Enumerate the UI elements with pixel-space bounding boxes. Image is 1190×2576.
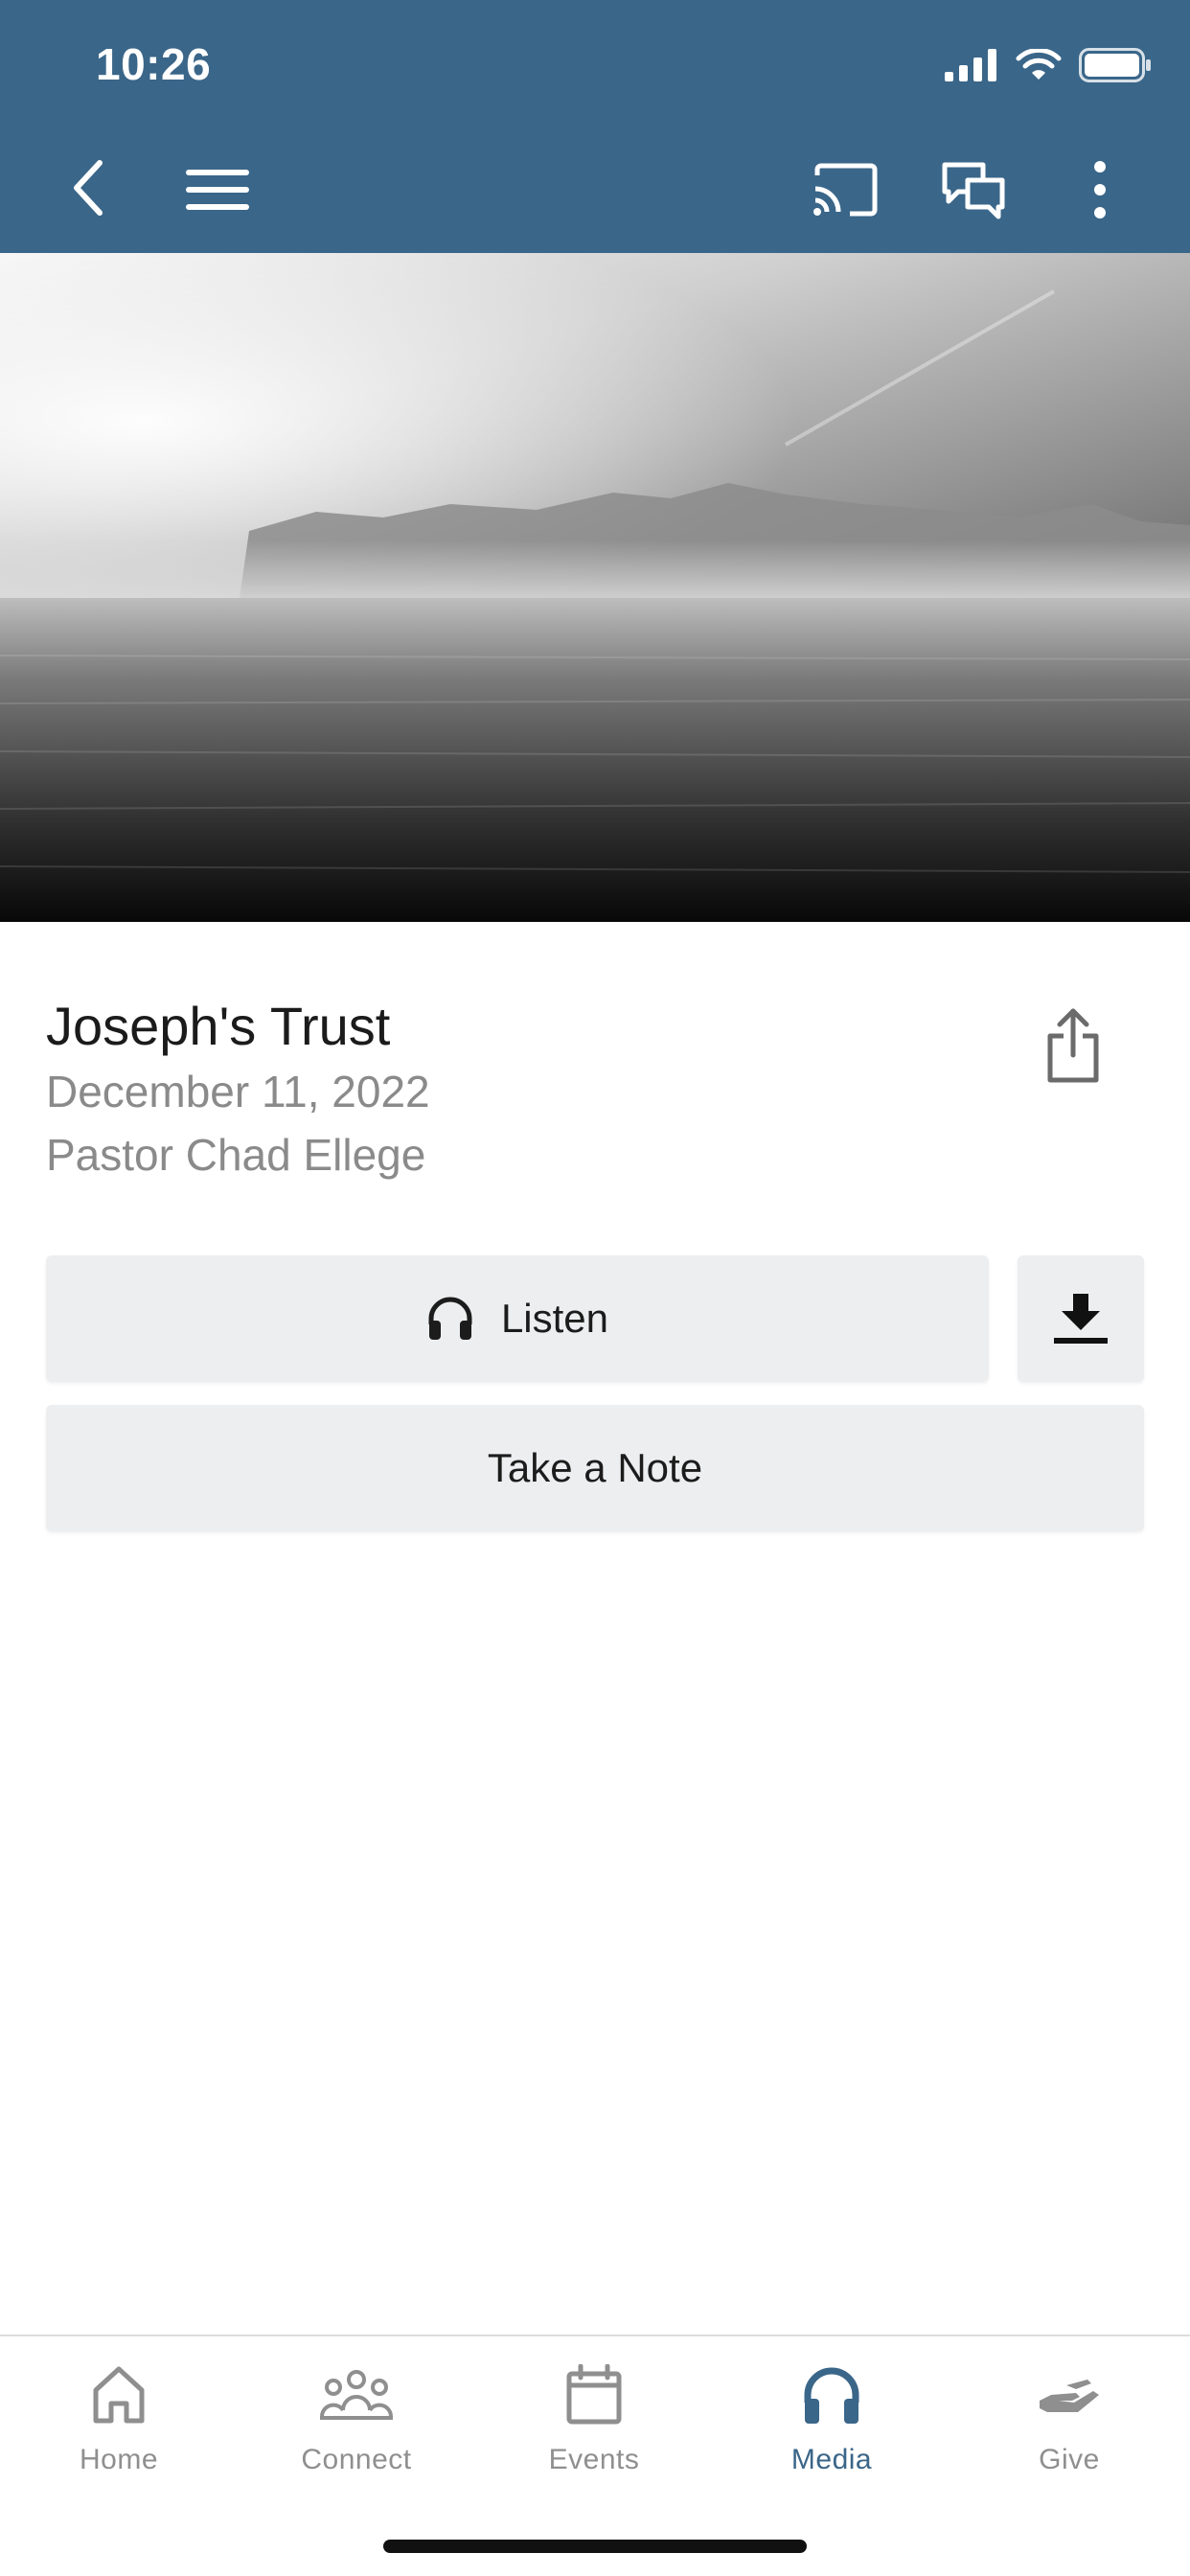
cast-button[interactable] — [809, 159, 881, 220]
download-icon — [1054, 1294, 1108, 1344]
headphones-icon — [428, 1297, 472, 1340]
take-a-note-label: Take a Note — [487, 1445, 703, 1490]
app-header: 10:26 — [0, 0, 1190, 253]
menu-button[interactable] — [180, 161, 255, 218]
sermon-speaker: Pastor Chad Ellege — [46, 1130, 426, 1180]
share-icon — [1047, 1008, 1099, 1083]
tab-give[interactable]: Give — [950, 2359, 1188, 2494]
more-icon — [1094, 161, 1106, 218]
calendar-icon — [566, 2364, 622, 2425]
cast-icon — [813, 163, 878, 217]
tab-label: Media — [790, 2444, 873, 2475]
tab-media[interactable]: Media — [713, 2359, 950, 2494]
wifi-icon — [1016, 49, 1062, 80]
menu-icon — [186, 170, 249, 210]
tab-connect[interactable]: Connect — [238, 2359, 475, 2494]
back-icon — [74, 160, 103, 216]
signal-icon — [945, 49, 996, 81]
landscape-image — [0, 253, 1190, 922]
tab-label: Connect — [301, 2444, 412, 2475]
listen-label: Listen — [500, 1296, 609, 1341]
chat-icon — [942, 162, 1005, 219]
people-icon — [320, 2370, 393, 2420]
chat-button[interactable] — [939, 157, 1008, 222]
headphones-icon — [804, 2367, 859, 2424]
status-icons — [945, 46, 1152, 84]
status-time: 10:26 — [96, 39, 212, 89]
home-icon — [93, 2366, 145, 2424]
take-a-note-button[interactable]: Take a Note — [46, 1405, 1144, 1531]
back-button[interactable] — [59, 153, 117, 222]
sermon-date: December 11, 2022 — [46, 1067, 430, 1116]
download-button[interactable] — [1018, 1255, 1144, 1382]
tab-home[interactable]: Home — [0, 2359, 238, 2494]
tab-label: Home — [79, 2444, 159, 2475]
home-indicator — [383, 2540, 807, 2553]
listen-button[interactable]: Listen — [46, 1255, 989, 1382]
tab-label: Give — [1039, 2444, 1100, 2475]
sermon-title: Joseph's Trust — [46, 996, 391, 1056]
sermon-detail-screen: 10:26 Joseph's Trust December 11, 2022 P… — [0, 0, 1190, 2576]
tab-label: Events — [548, 2444, 640, 2475]
battery-icon — [1079, 48, 1151, 82]
more-button[interactable] — [1079, 157, 1121, 222]
tab-events[interactable]: Events — [475, 2359, 713, 2494]
share-button[interactable] — [1035, 1002, 1111, 1089]
give-icon — [1040, 2380, 1099, 2412]
